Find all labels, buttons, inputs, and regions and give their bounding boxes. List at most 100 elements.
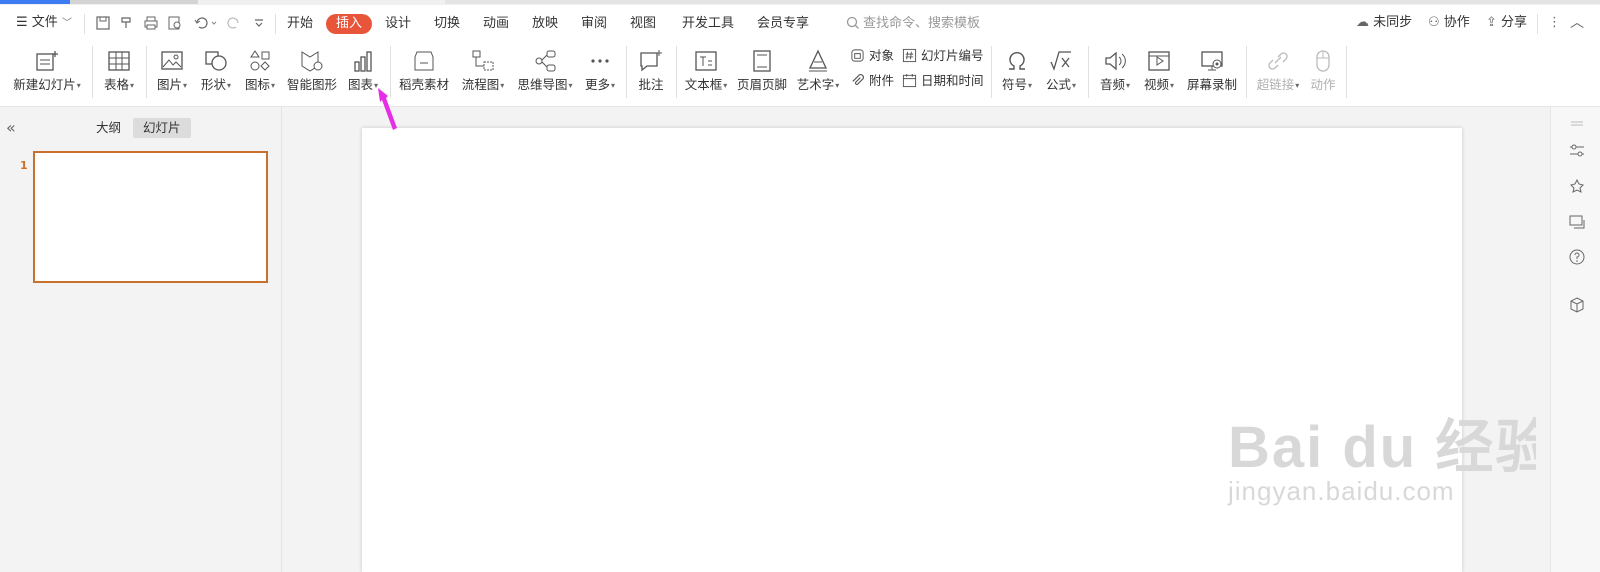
tab-animation[interactable]: 动画 (483, 14, 509, 34)
file-menu[interactable]: ☰ 文件 ﹀ (16, 6, 72, 40)
search-icon (846, 16, 859, 29)
header-footer-icon (753, 50, 771, 72)
more-horizontal-icon (591, 59, 609, 63)
new-slide-label: 新建幻灯片 (13, 77, 76, 92)
tab-view[interactable]: 视图 (630, 14, 656, 34)
picture-button[interactable]: 图片▾ (154, 46, 190, 100)
symbol-label: 符号 (1001, 77, 1027, 92)
textbox-icon (695, 51, 717, 71)
link-icon (1268, 52, 1288, 70)
datetime-button[interactable]: 日期和时间 (902, 71, 984, 91)
watermark-title: Bai du 经验 (1228, 415, 1556, 480)
slide-transition-icon[interactable] (1568, 213, 1586, 231)
package-icon[interactable] (1568, 296, 1586, 314)
screen-record-button[interactable]: 屏幕录制 (1186, 46, 1238, 100)
symbol-button[interactable]: 符号▾ (998, 46, 1036, 100)
search-box[interactable]: 查找命令、搜索模板 (846, 15, 980, 33)
smartart-label: 智能图形 (286, 77, 337, 92)
object-label: 对象 (869, 48, 895, 63)
tab-review[interactable]: 审阅 (581, 14, 607, 34)
tab-design[interactable]: 设计 (385, 14, 411, 34)
print-preview-icon[interactable] (167, 15, 183, 31)
video-button[interactable]: 视频▾ (1140, 46, 1178, 100)
hyperlink-label: 超链接 (1256, 77, 1295, 92)
shape-label: 形状 (200, 77, 226, 92)
audio-button[interactable]: 音频▾ (1096, 46, 1134, 100)
tab-developer[interactable]: 开发工具 (682, 14, 734, 34)
mindmap-button[interactable]: 思维导图▾ (516, 46, 574, 100)
format-painter-icon[interactable] (118, 15, 134, 31)
tab-member[interactable]: 会员专享 (757, 14, 809, 34)
undo-icon[interactable] (193, 15, 219, 31)
mindmap-label: 思维导图 (517, 77, 568, 92)
paperclip-icon (852, 74, 864, 85)
collaborate-button[interactable]: ⚇ 协作 (1428, 6, 1470, 40)
hyperlink-button: 超链接▾ (1254, 46, 1302, 100)
vertical-scrollbar[interactable] (1536, 107, 1550, 572)
tab-slides[interactable]: 幻灯片 (133, 118, 191, 138)
chart-label: 图表 (347, 77, 373, 92)
collaborate-label: 协作 (1443, 15, 1470, 30)
search-placeholder: 查找命令、搜索模板 (863, 16, 981, 31)
add-user-icon: ⚇ (1428, 15, 1440, 30)
redo-icon (226, 15, 242, 31)
shape-button[interactable]: 形状▾ (198, 46, 234, 100)
new-slide-icon (36, 51, 58, 71)
chart-button[interactable]: 图表▾ (344, 46, 382, 100)
comment-label: 批注 (638, 77, 664, 92)
icon-button[interactable]: 图标▾ (242, 46, 278, 100)
more-vertical-icon[interactable]: ⋮ (1548, 6, 1561, 40)
new-slide-button[interactable]: 新建幻灯片▾ (10, 46, 84, 100)
bar-chart-icon (354, 51, 372, 72)
action-label: 动作 (1310, 77, 1336, 92)
audio-label: 音频 (1099, 77, 1125, 92)
slide-thumbnail[interactable] (33, 151, 268, 283)
textbox-button[interactable]: 文本框▾ (682, 46, 730, 100)
icon-gallery-icon (250, 50, 270, 71)
object-icon (851, 49, 864, 62)
object-button[interactable]: 对象 (850, 46, 894, 66)
more-button[interactable]: 更多▾ (582, 46, 618, 100)
print-icon[interactable] (143, 15, 159, 31)
comment-icon (640, 50, 662, 72)
hash-icon (902, 48, 917, 63)
slide-number-button[interactable]: 幻灯片编号 (902, 46, 984, 66)
help-icon[interactable] (1568, 248, 1586, 266)
video-label: 视频 (1143, 77, 1169, 92)
formula-button[interactable]: 公式▾ (1042, 46, 1080, 100)
sync-status[interactable]: ☁ 未同步 (1356, 6, 1412, 40)
picture-label: 图片 (156, 77, 182, 92)
table-button[interactable]: 表格▾ (99, 46, 139, 100)
save-icon[interactable] (95, 15, 111, 31)
comment-button[interactable]: 批注 (633, 46, 669, 100)
flowchart-icon (472, 50, 494, 71)
share-button[interactable]: ⇪ 分享 (1486, 6, 1527, 40)
collapse-panel-icon[interactable]: « (6, 118, 16, 137)
slide-number-label: 幻灯片编号 (921, 48, 984, 63)
sync-label: 未同步 (1373, 15, 1413, 30)
wordart-icon (808, 49, 828, 72)
omega-icon (1009, 51, 1025, 70)
wordart-button[interactable]: 艺术字▾ (794, 46, 842, 100)
tab-start[interactable]: 开始 (287, 14, 313, 34)
tab-transition[interactable]: 切换 (434, 14, 460, 34)
properties-icon[interactable] (1568, 142, 1586, 160)
handle-icon (1568, 116, 1586, 134)
formula-label: 公式 (1045, 77, 1071, 92)
share-icon: ⇪ (1486, 15, 1497, 30)
customize-toolbar-icon[interactable] (251, 15, 267, 31)
flowchart-button[interactable]: 流程图▾ (458, 46, 508, 100)
slide-thumbnail-number: 1 (20, 159, 28, 172)
header-footer-button[interactable]: 页眉页脚 (736, 46, 788, 100)
file-menu-label: 文件 (31, 15, 58, 30)
watermark: Bai du 经验 jingyan.baidu.com (1228, 400, 1555, 507)
attachment-button[interactable]: 附件 (850, 71, 894, 91)
calendar-icon (902, 73, 917, 88)
tab-insert[interactable]: 插入 (326, 14, 373, 34)
tab-slideshow[interactable]: 放映 (532, 14, 558, 34)
smartart-button[interactable]: 智能图形 (286, 46, 338, 100)
formula-icon (1050, 51, 1071, 71)
collapse-ribbon-icon[interactable]: ︿ (1570, 6, 1584, 40)
tab-outline[interactable]: 大纲 (86, 118, 131, 138)
magic-icon[interactable] (1568, 178, 1586, 196)
